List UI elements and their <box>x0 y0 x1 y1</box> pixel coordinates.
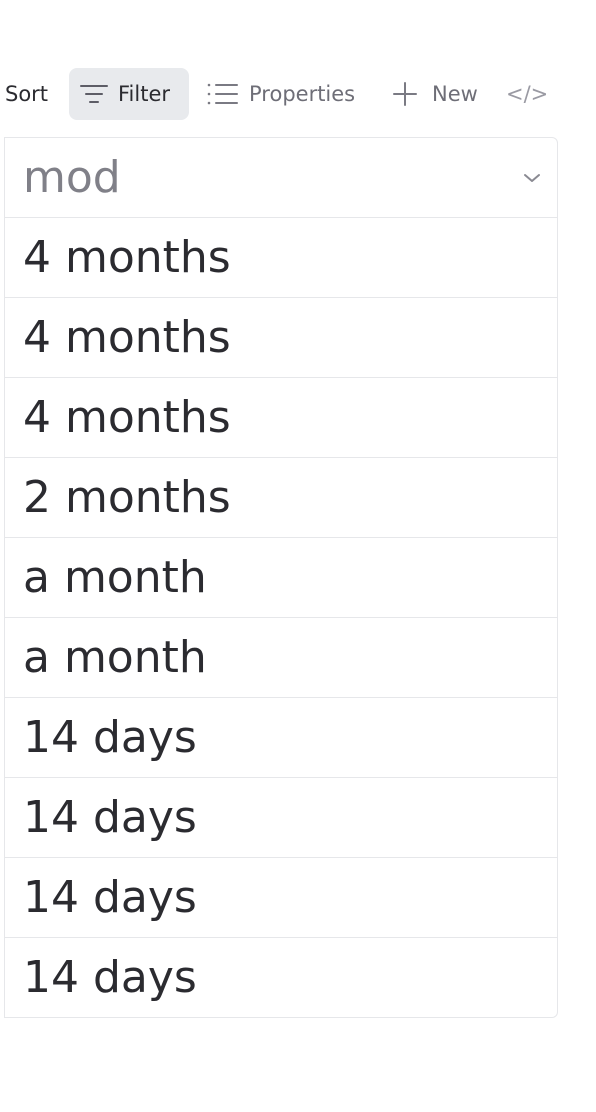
filter-label: Filter <box>118 82 171 106</box>
table-row[interactable]: 14 days <box>5 698 557 778</box>
table-row[interactable]: 4 months <box>5 218 557 298</box>
table-row[interactable]: 2 months <box>5 458 557 538</box>
properties-button[interactable]: Properties <box>207 68 355 120</box>
table-row[interactable]: a month <box>5 618 557 698</box>
list-icon <box>207 82 239 106</box>
chevron-down-icon[interactable] <box>523 169 541 188</box>
sort-button[interactable]: Sort <box>5 68 48 120</box>
new-label: New <box>432 82 478 106</box>
table-row[interactable]: 4 months <box>5 378 557 458</box>
properties-label: Properties <box>249 82 356 106</box>
table-cell: 14 days <box>23 711 197 763</box>
code-button[interactable]: </> <box>506 68 548 120</box>
column-header[interactable]: mod <box>5 138 557 218</box>
table-cell: 4 months <box>23 231 231 283</box>
plus-icon <box>392 81 418 107</box>
table-cell: 2 months <box>23 471 231 523</box>
table-row[interactable]: 14 days <box>5 858 557 938</box>
filter-icon <box>80 82 108 106</box>
table-cell: 14 days <box>23 791 197 843</box>
data-table: mod 4 months 4 months 4 months 2 months … <box>4 137 558 1018</box>
table-row[interactable]: 14 days <box>5 778 557 858</box>
code-icon: </> <box>506 82 549 106</box>
table-cell: 4 months <box>23 311 231 363</box>
new-button[interactable]: New <box>392 68 478 120</box>
filter-button[interactable]: Filter <box>69 68 189 120</box>
table-row[interactable]: 4 months <box>5 298 557 378</box>
table-cell: a month <box>23 551 207 603</box>
table-row[interactable]: 14 days <box>5 938 557 1017</box>
table-row[interactable]: a month <box>5 538 557 618</box>
table-cell: 4 months <box>23 391 231 443</box>
column-header-label: mod <box>23 151 121 203</box>
table-cell: 14 days <box>23 952 197 1003</box>
table-cell: a month <box>23 631 207 683</box>
sort-label: Sort <box>5 82 49 106</box>
table-cell: 14 days <box>23 871 197 923</box>
view-toolbar: Sort Filter Properties New </> <box>0 68 596 120</box>
